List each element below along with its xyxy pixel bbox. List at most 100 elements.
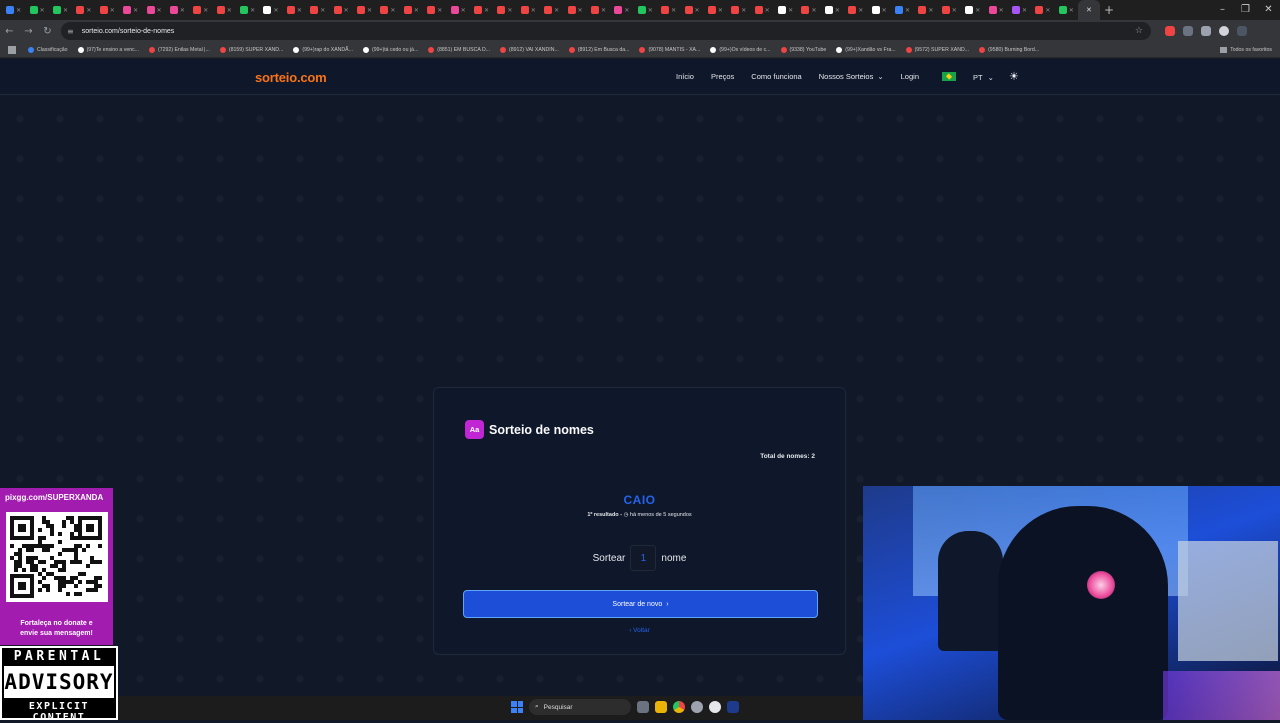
nav-como-funciona[interactable]: Como funciona (751, 72, 801, 82)
browser-tab[interactable]: ✕ (610, 0, 633, 20)
tab-close-icon[interactable]: ✕ (952, 7, 957, 14)
browser-tab[interactable]: ✕ (680, 0, 703, 20)
extension-icon[interactable] (1165, 26, 1175, 36)
browser-tab[interactable]: ✕ (72, 0, 95, 20)
bookmark-item[interactable]: (7292) Enilas Metal |... (149, 46, 210, 53)
bookmark-item[interactable]: (99+)Os vídeos de c... (710, 46, 771, 53)
browser-tab[interactable]: ✕ (25, 0, 48, 20)
tab-close-icon[interactable]: ✕ (648, 7, 653, 14)
tab-close-icon[interactable]: ✕ (414, 7, 419, 14)
tab-close-icon[interactable]: ✕ (180, 7, 185, 14)
apps-grid-icon[interactable] (8, 45, 16, 54)
tab-close-icon[interactable]: ✕ (811, 7, 816, 14)
tab-close-icon[interactable]: ✕ (133, 7, 138, 14)
tab-close-icon[interactable]: ✕ (203, 7, 208, 14)
forward-arrow-icon[interactable]: → (19, 26, 38, 37)
bookmark-item[interactable]: Classificação (28, 46, 68, 53)
browser-tab[interactable]: ✕ (213, 0, 236, 20)
tab-close-icon[interactable]: ✕ (367, 7, 372, 14)
browser-tab[interactable]: ✕ (844, 0, 867, 20)
bookmark-item[interactable]: (8159) SUPER XAND... (219, 46, 283, 53)
tab-close-icon[interactable]: ✕ (16, 7, 21, 14)
browser-tab[interactable]: ✕ (587, 0, 610, 20)
file-explorer-icon[interactable] (655, 701, 667, 713)
tab-close-icon[interactable]: ✕ (250, 7, 255, 14)
tab-close-icon[interactable]: ✕ (86, 7, 91, 14)
tab-close-icon[interactable]: ✕ (554, 7, 559, 14)
browser-tab[interactable]: ✕ (283, 0, 306, 20)
browser-tab[interactable]: ✕ (353, 0, 376, 20)
tab-close-icon[interactable]: ✕ (1069, 7, 1074, 14)
tab-close-icon[interactable]: ✕ (157, 7, 162, 14)
tab-close-icon[interactable]: ✕ (1045, 7, 1050, 14)
tab-close-icon[interactable]: ✕ (484, 7, 489, 14)
settings-gear-icon[interactable] (691, 701, 703, 713)
browser-tab[interactable]: ✕ (984, 0, 1007, 20)
tab-close-icon[interactable]: ✕ (273, 7, 278, 14)
nav-precos[interactable]: Preços (711, 72, 734, 82)
browser-tab[interactable]: ✕ (400, 0, 423, 20)
address-bar[interactable]: ≡ sorteio.com/sorteio-de-nomes ☆ (61, 22, 1151, 40)
browser-tab[interactable]: ✕ (166, 0, 189, 20)
browser-tab[interactable]: ✕ (119, 0, 142, 20)
tab-close-icon[interactable]: ✕ (531, 7, 536, 14)
browser-tab[interactable]: ✕ (563, 0, 586, 20)
tab-close-icon[interactable]: ✕ (835, 7, 840, 14)
browser-tab[interactable]: ✕ (540, 0, 563, 20)
tab-close-icon[interactable]: ✕ (765, 7, 770, 14)
tab-close-icon[interactable]: ✕ (788, 7, 793, 14)
minimize-icon[interactable]: – (1211, 0, 1234, 20)
browser-tab[interactable]: ✕ (446, 0, 469, 20)
tab-close-icon[interactable]: ✕ (1022, 7, 1027, 14)
tab-close-icon[interactable]: ✕ (1086, 6, 1092, 14)
browser-tab[interactable]: ✕ (470, 0, 493, 20)
tab-close-icon[interactable]: ✕ (63, 7, 68, 14)
browser-tab[interactable]: ✕ (236, 0, 259, 20)
windows-start-icon[interactable] (511, 701, 523, 713)
steam-icon[interactable] (727, 701, 739, 713)
tab-close-icon[interactable]: ✕ (601, 7, 606, 14)
chrome-icon[interactable] (673, 701, 685, 713)
browser-tab[interactable]: ✕ (751, 0, 774, 20)
tab-close-icon[interactable]: ✕ (858, 7, 863, 14)
menu-dots-icon[interactable] (1237, 26, 1247, 36)
nav-login[interactable]: Login (901, 72, 919, 82)
tab-close-icon[interactable]: ✕ (390, 7, 395, 14)
bookmark-item[interactable]: (97)Te ensino a venc... (77, 46, 139, 53)
all-favorites-folder[interactable]: Todos os favoritos (1220, 42, 1272, 58)
tab-close-icon[interactable]: ✕ (718, 7, 723, 14)
browser-tab[interactable]: ✕ (867, 0, 890, 20)
tab-close-icon[interactable]: ✕ (695, 7, 700, 14)
url-text[interactable]: sorteio.com/sorteio-de-nomes (82, 28, 175, 35)
bookmark-item[interactable]: (99+)tá cedo ou já... (362, 46, 418, 53)
tab-close-icon[interactable]: ✕ (905, 7, 910, 14)
browser-tab[interactable]: ✕ (189, 0, 212, 20)
browser-tab[interactable]: ✕ (727, 0, 750, 20)
browser-tab[interactable]: ✕ (96, 0, 119, 20)
bookmark-item[interactable]: (9572) SUPER XAND... (905, 46, 969, 53)
browser-tab[interactable]: ✕ (657, 0, 680, 20)
nav-inicio[interactable]: Início (676, 72, 694, 82)
draw-quantity-input[interactable]: 1 (630, 545, 657, 571)
bookmark-item[interactable]: (8912) Em Busca da... (568, 46, 629, 53)
nav-nossos-sorteios[interactable]: Nossos Sorteios ⌄ (819, 72, 884, 82)
tab-close-icon[interactable]: ✕ (461, 7, 466, 14)
browser-tab[interactable]: ✕ (634, 0, 657, 20)
site-logo[interactable]: sorteio.com (255, 70, 327, 85)
browser-tab[interactable]: ✕ (938, 0, 961, 20)
app-icon[interactable] (709, 701, 721, 713)
extensions-puzzle-icon[interactable] (1183, 26, 1193, 36)
browser-tab[interactable]: ✕ (259, 0, 282, 20)
tab-close-icon[interactable]: ✕ (999, 7, 1004, 14)
bookmark-item[interactable]: (9078) MANTIS - XA... (639, 46, 700, 53)
tab-close-icon[interactable]: ✕ (507, 7, 512, 14)
taskbar-search[interactable]: ⌕ Pesquisar (529, 699, 631, 715)
task-view-icon[interactable] (637, 701, 649, 713)
browser-tab[interactable]: ✕ (774, 0, 797, 20)
tab-close-icon[interactable]: ✕ (437, 7, 442, 14)
browser-tab[interactable]: ✕ (704, 0, 727, 20)
browser-tab[interactable]: ✕ (306, 0, 329, 20)
reload-icon[interactable]: ↻ (38, 26, 57, 37)
browser-tab[interactable]: ✕ (797, 0, 820, 20)
bookmark-item[interactable]: (9580) Burning Bord... (979, 46, 1039, 53)
